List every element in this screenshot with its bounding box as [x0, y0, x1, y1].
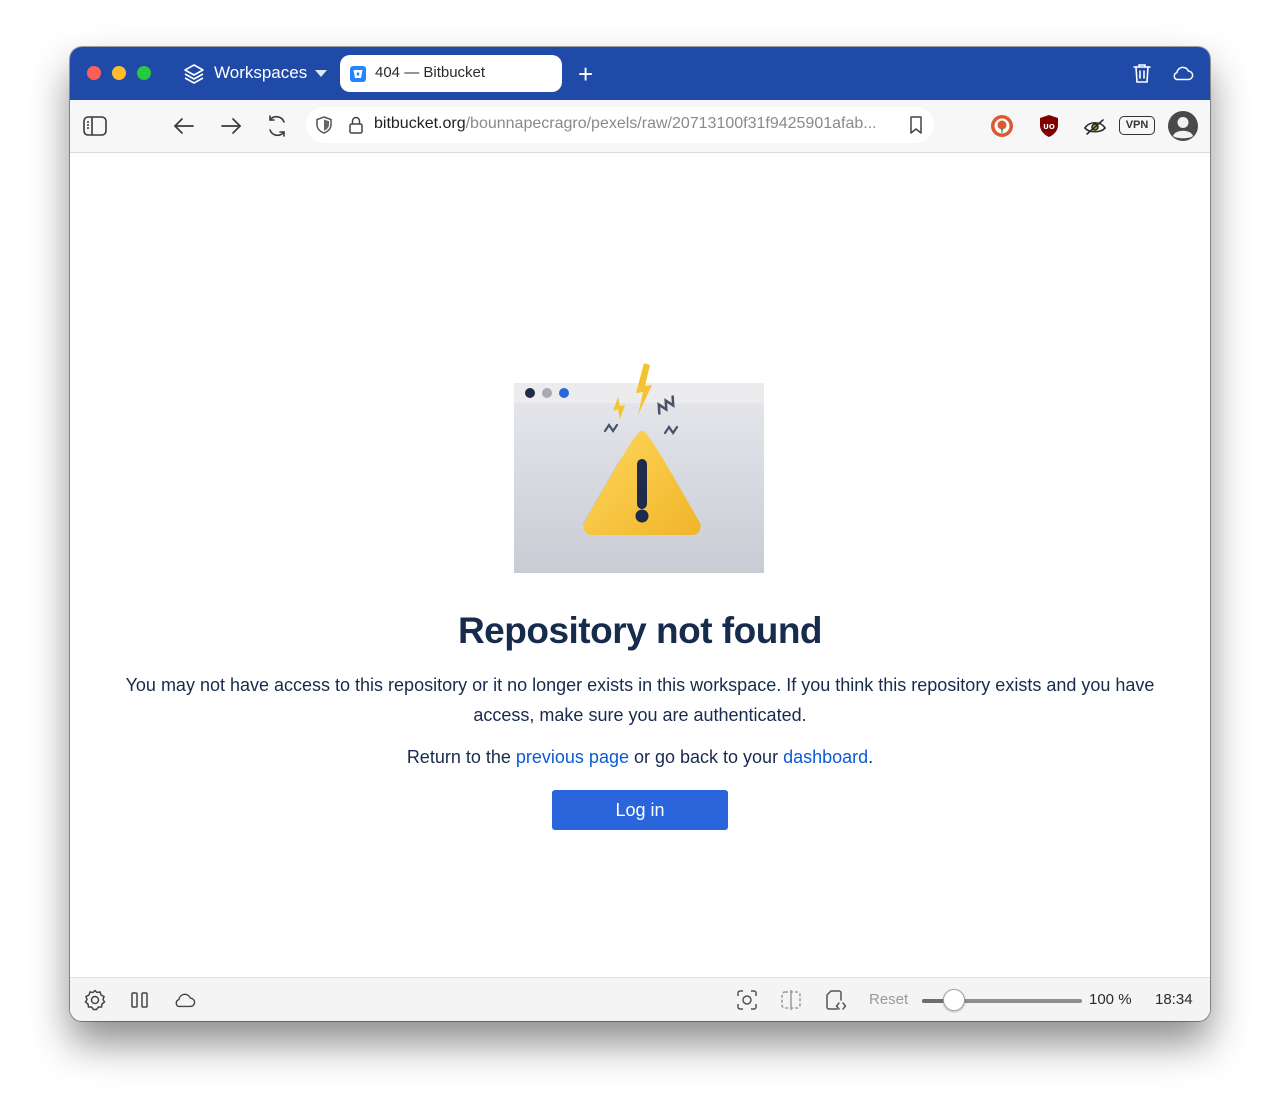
tab-active[interactable]: 404 — Bitbucket: [340, 55, 562, 92]
zoom-slider-thumb[interactable]: [943, 989, 965, 1011]
page-content: Repository not found You may not have ac…: [70, 153, 1210, 977]
tab-title: 404 — Bitbucket: [375, 64, 486, 81]
bookmark-icon[interactable]: [908, 115, 924, 135]
error-description: You may not have access to this reposito…: [125, 675, 1155, 725]
capture-icon[interactable]: [735, 988, 759, 1012]
tab-bar: Workspaces 404 — Bitbucket +: [70, 47, 1210, 100]
lock-icon: [349, 116, 363, 134]
eye-extension-icon[interactable]: [1082, 113, 1108, 139]
clock: 18:34: [1155, 991, 1193, 1008]
reload-icon[interactable]: [264, 113, 290, 139]
url-field[interactable]: bitbucket.org/bounnapecragro/pexels/raw/…: [306, 107, 934, 143]
shield-icon[interactable]: [314, 115, 334, 135]
new-tab-button[interactable]: +: [578, 61, 593, 87]
sync-cloud-icon[interactable]: [172, 988, 196, 1012]
back-arrow-icon[interactable]: [171, 113, 197, 139]
url-path: /bounnapecragro/pexels/raw/20713100f31f9…: [465, 115, 877, 132]
tiling-icon[interactable]: [128, 988, 152, 1012]
page-code-icon[interactable]: [823, 988, 847, 1012]
sidebar-toggle-icon[interactable]: [82, 113, 108, 139]
login-button[interactable]: Log in: [552, 790, 728, 830]
return-prefix: Return to the: [406, 747, 516, 767]
minimize-window-button[interactable]: [112, 66, 126, 80]
maximize-window-button[interactable]: [137, 66, 151, 80]
workspaces-label[interactable]: Workspaces: [214, 63, 307, 83]
status-bar: Reset 100 % 18:34: [70, 977, 1210, 1021]
ublock-icon[interactable]: UO: [1036, 113, 1062, 139]
zoom-level: 100 %: [1089, 991, 1132, 1008]
profile-avatar[interactable]: [1167, 110, 1199, 142]
trash-icon[interactable]: [1130, 61, 1154, 85]
chevron-down-icon[interactable]: [315, 70, 327, 77]
browser-window: Workspaces 404 — Bitbucket + bitbucket.o…: [70, 47, 1210, 1021]
workspaces-icon[interactable]: [182, 62, 206, 86]
url-domain: bitbucket.org: [374, 115, 466, 132]
zoom-reset-button[interactable]: Reset: [869, 991, 908, 1008]
settings-gear-icon[interactable]: [83, 988, 107, 1012]
bitbucket-icon: [350, 66, 366, 82]
url-text[interactable]: bitbucket.org/bounnapecragro/pexels/raw/…: [374, 115, 904, 133]
duckduckgo-icon[interactable]: [989, 113, 1015, 139]
previous-page-link[interactable]: previous page: [516, 747, 629, 767]
return-line: Return to the previous page or go back t…: [70, 747, 1210, 768]
page-title: Repository not found: [457, 610, 823, 651]
vpn-badge[interactable]: VPN: [1119, 116, 1155, 135]
warning-illustration: [514, 363, 764, 573]
dashboard-link[interactable]: dashboard: [783, 747, 868, 767]
svg-text:UO: UO: [1043, 123, 1055, 131]
return-suffix: .: [868, 747, 874, 767]
return-middle: or go back to your: [628, 747, 784, 767]
cloud-icon[interactable]: [1170, 61, 1194, 85]
page-actions-icon[interactable]: [779, 988, 803, 1012]
close-window-button[interactable]: [87, 66, 101, 80]
address-bar: bitbucket.org/bounnapecragro/pexels/raw/…: [70, 100, 1210, 153]
forward-arrow-icon[interactable]: [218, 113, 244, 139]
